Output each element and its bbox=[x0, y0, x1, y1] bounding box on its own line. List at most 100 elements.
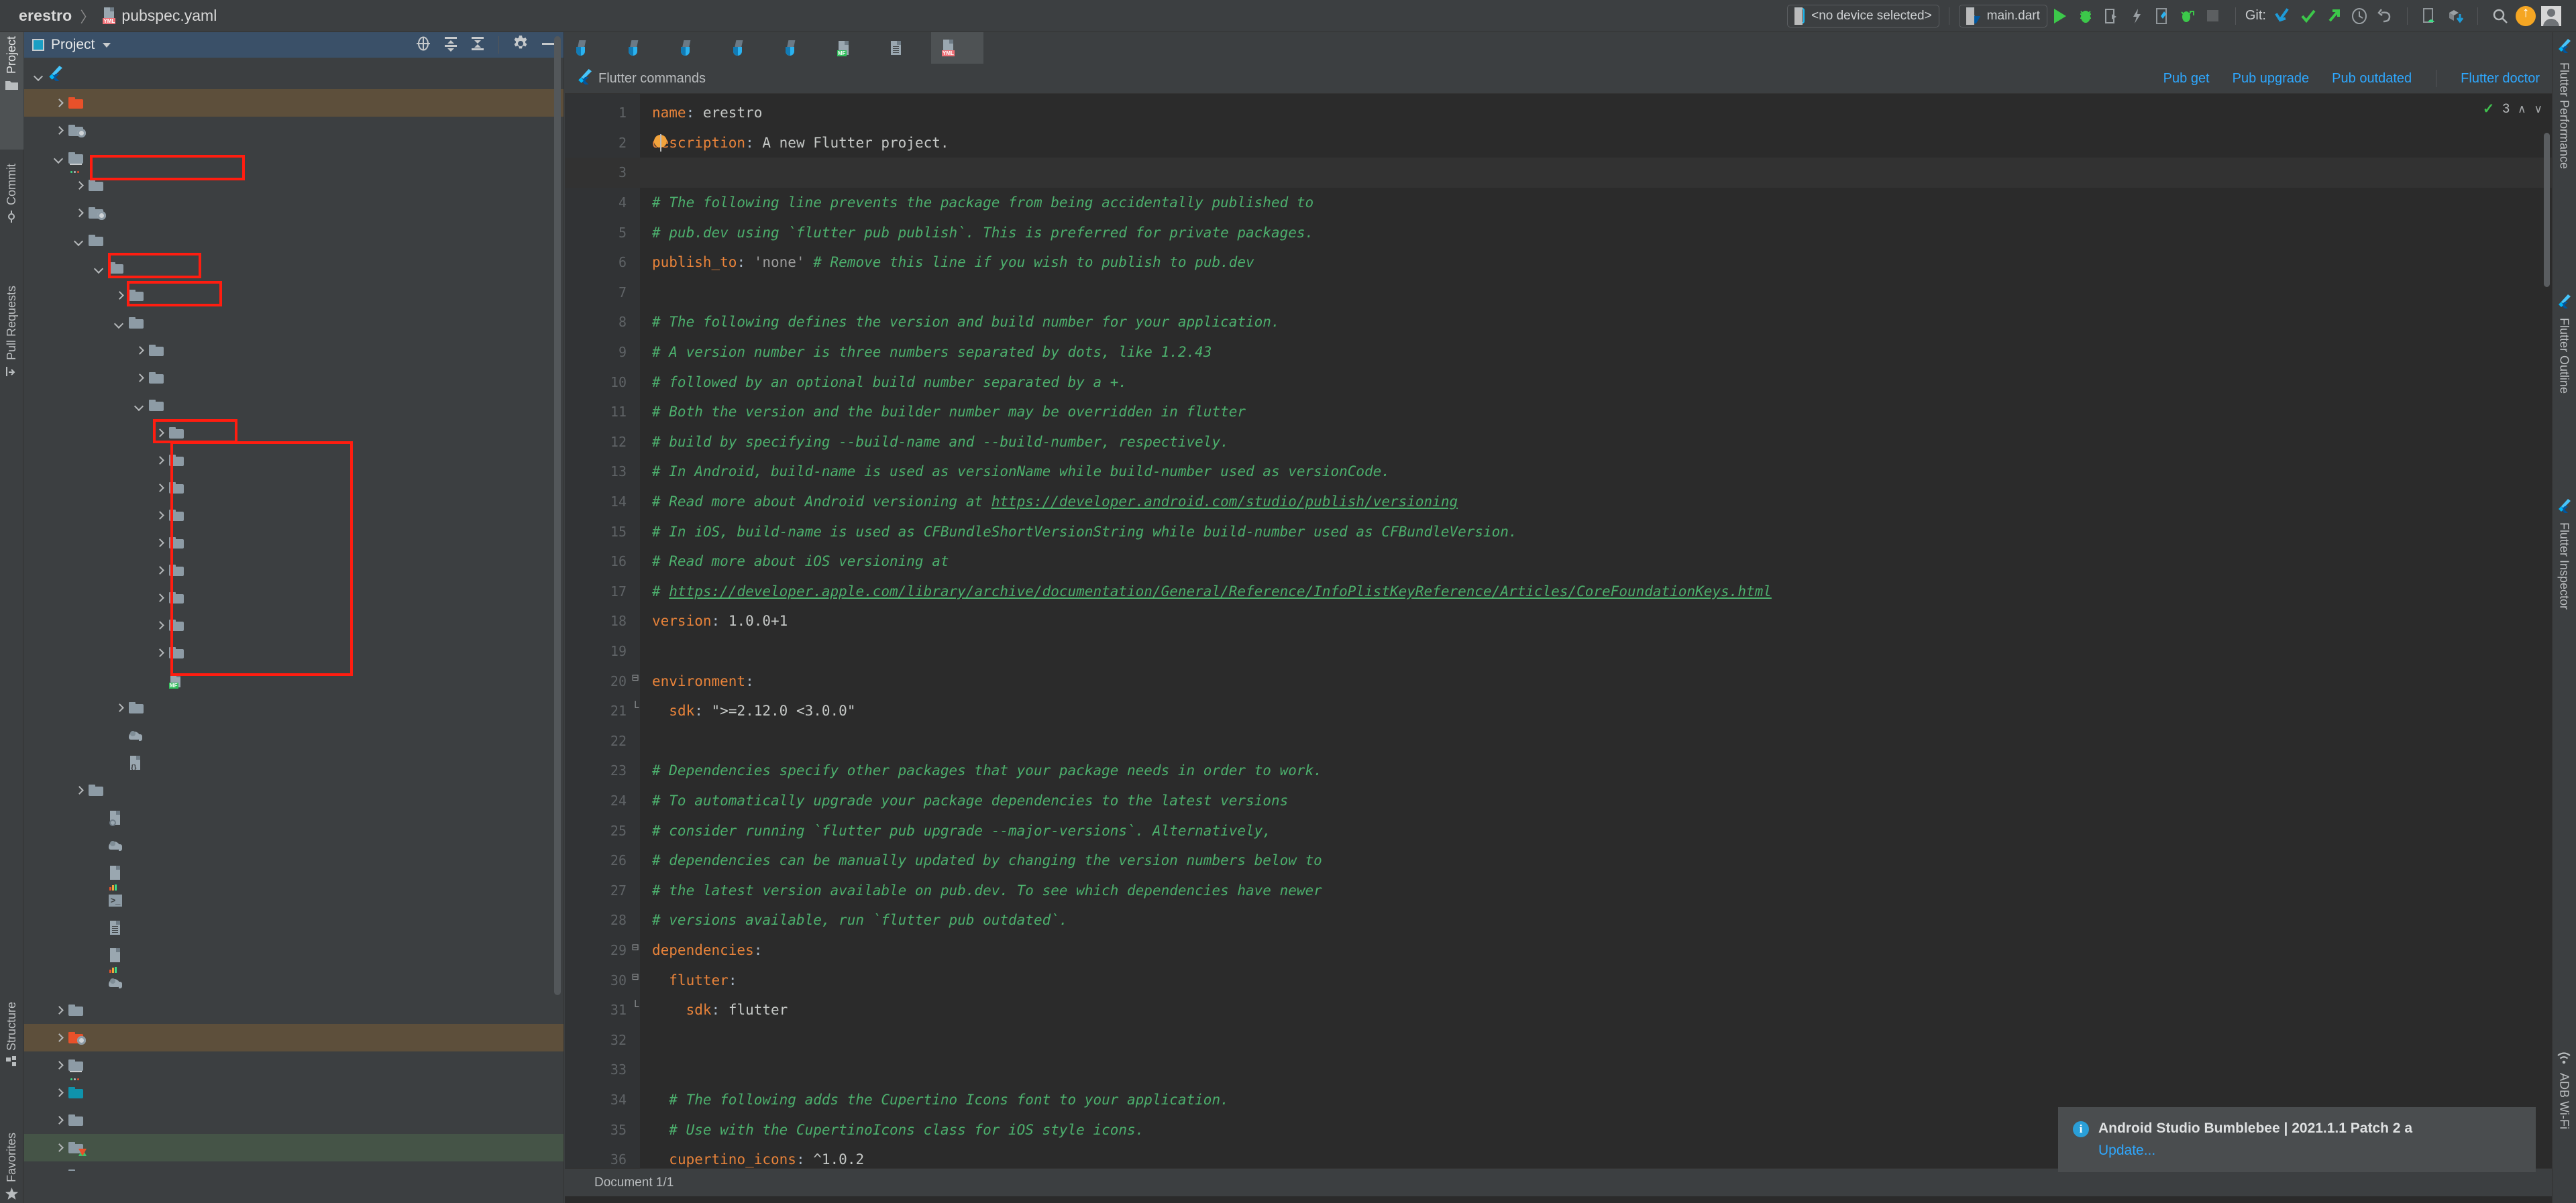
tree-row-values-night[interactable] bbox=[24, 639, 564, 667]
tree-row-assets[interactable] bbox=[24, 996, 564, 1024]
editor-tab-apiutils-dart[interactable] bbox=[722, 32, 774, 64]
code-line[interactable]: 32 bbox=[565, 1025, 2552, 1055]
tree-row-lib[interactable] bbox=[24, 1079, 564, 1106]
sidebar-item-pull-requests[interactable]: Pull Requests bbox=[0, 282, 23, 446]
chevron-right-icon[interactable] bbox=[54, 1005, 64, 1016]
run-config-selector[interactable]: main.dart bbox=[1958, 4, 2047, 27]
sidebar-item-structure[interactable]: Structure bbox=[0, 998, 23, 1122]
code-line[interactable]: 26 # dependencies can be manually updated… bbox=[565, 846, 2552, 876]
chevron-right-icon[interactable] bbox=[114, 703, 125, 713]
editor-tab-bar[interactable]: MF YML bbox=[565, 32, 2552, 64]
chevron-right-icon[interactable] bbox=[114, 290, 125, 301]
chevron-right-icon[interactable] bbox=[134, 373, 145, 384]
tree-row-app[interactable] bbox=[24, 227, 564, 254]
debug-button[interactable] bbox=[2073, 3, 2098, 29]
code-fold-marker[interactable]: ⊟ bbox=[632, 671, 639, 685]
tree-row-src[interactable] bbox=[24, 254, 564, 282]
revert-button[interactable] bbox=[2372, 3, 2398, 29]
code-line[interactable]: 13 # In Android, build-name is used as ve… bbox=[565, 457, 2552, 487]
tree-row-test[interactable] bbox=[24, 1134, 564, 1161]
tree-row-gradle[interactable] bbox=[24, 777, 564, 804]
chevron-right-icon[interactable] bbox=[54, 1088, 64, 1098]
chevron-right-icon[interactable] bbox=[154, 620, 165, 631]
chevron-down-icon[interactable] bbox=[94, 263, 105, 274]
code-line[interactable]: 21 sdk: ">=2.12.0 <3.0.0" └ bbox=[565, 696, 2552, 726]
breadcrumb-project[interactable]: erestro bbox=[19, 7, 72, 25]
tree-row-linux[interactable] bbox=[24, 1106, 564, 1134]
chevron-down-icon[interactable] bbox=[34, 70, 44, 81]
sdk-download-button[interactable] bbox=[2443, 3, 2468, 29]
tree-row-build-gradle[interactable] bbox=[24, 722, 564, 749]
code-line[interactable]: 29 dependencies: ⊟ bbox=[565, 935, 2552, 966]
tree-row-android[interactable] bbox=[24, 144, 564, 173]
notification-popup[interactable]: i Android Studio Bumblebee | 2021.1.1 Pa… bbox=[2058, 1106, 2536, 1172]
tree-row-mipmap-xxxhdpi[interactable] bbox=[24, 584, 564, 612]
tree-row-gradle-properties[interactable] bbox=[24, 859, 564, 891]
flutter-device-button[interactable] bbox=[2149, 3, 2175, 29]
git-commit-button[interactable] bbox=[2296, 3, 2321, 29]
tree-row--idea[interactable] bbox=[24, 117, 564, 144]
code-fold-marker[interactable]: └ bbox=[632, 701, 639, 715]
flutter-doctor-button[interactable]: Flutter doctor bbox=[2461, 71, 2540, 87]
sidebar-item-adb-wifi[interactable]: ADB Wi-Fi bbox=[2552, 1048, 2576, 1192]
chevron-right-icon[interactable] bbox=[154, 538, 165, 549]
code-viewport[interactable]: 1 name: erestro 2 description: A new Flutte… bbox=[565, 94, 2552, 1168]
pub-get-button[interactable]: Pub get bbox=[2163, 71, 2210, 87]
code-line[interactable]: 9 # A version number is three numbers sep… bbox=[565, 337, 2552, 367]
code-line[interactable]: 12 # build by specifying --build-name and… bbox=[565, 427, 2552, 457]
tree-row-local-properties[interactable] bbox=[24, 941, 564, 973]
chevron-right-icon[interactable] bbox=[154, 510, 165, 521]
code-line[interactable]: 16 # Read more about iOS versioning at bbox=[565, 547, 2552, 577]
search-button[interactable] bbox=[2487, 3, 2513, 29]
code-fold-marker[interactable]: └ bbox=[632, 1000, 639, 1014]
tree-row-gradlew-bat[interactable] bbox=[24, 914, 564, 941]
sidebar-item-flutter-outline[interactable]: Flutter Outline bbox=[2552, 290, 2576, 485]
editor-tab-apibodyparameterlabels-dart[interactable] bbox=[669, 32, 722, 64]
chevron-right-icon[interactable] bbox=[154, 483, 165, 494]
code-line[interactable]: 31 sdk: flutter └ bbox=[565, 995, 2552, 1025]
update-available-button[interactable] bbox=[2513, 3, 2538, 29]
code-line[interactable]: 5 # pub.dev using `flutter pub publish`. … bbox=[565, 217, 2552, 247]
hide-icon[interactable] bbox=[541, 36, 555, 55]
code-line[interactable]: 17 # https://developer.apple.com/library/… bbox=[565, 577, 2552, 607]
tree-row--gitignore[interactable] bbox=[24, 804, 564, 832]
chevron-down-icon[interactable] bbox=[114, 318, 125, 329]
chevron-down-icon[interactable] bbox=[134, 400, 145, 411]
tree-row-res[interactable] bbox=[24, 392, 564, 419]
chevron-down-icon[interactable] bbox=[103, 42, 111, 48]
tree-row-mipmap-xhdpi[interactable] bbox=[24, 529, 564, 557]
code-line[interactable]: 14 # Read more about Android versioning a… bbox=[565, 487, 2552, 517]
editor-tab-pubspec-yaml[interactable]: YML bbox=[931, 32, 983, 64]
git-push-button[interactable] bbox=[2321, 3, 2347, 29]
chevron-right-icon[interactable] bbox=[74, 785, 85, 796]
chevron-right-icon[interactable] bbox=[54, 1033, 64, 1043]
project-tree[interactable]: MF {} >_ bbox=[24, 58, 564, 1171]
code-fold-marker[interactable]: ⊟ bbox=[632, 970, 639, 984]
tree-row-web[interactable] bbox=[24, 1161, 564, 1171]
editor-scrollbar[interactable] bbox=[2544, 133, 2550, 287]
tree-row-java[interactable] bbox=[24, 337, 564, 364]
code-line[interactable]: 3 bbox=[565, 158, 2552, 188]
stop-button[interactable] bbox=[2200, 3, 2226, 29]
tree-row-mipmap-xxhdpi[interactable] bbox=[24, 557, 564, 584]
sidebar-item-flutter-performance[interactable]: Flutter Performance bbox=[2552, 35, 2576, 276]
code-line[interactable]: 15 # In iOS, build-name is used as CFBund… bbox=[565, 516, 2552, 547]
code-line[interactable]: 6 publish_to: 'none' # Remove this line i… bbox=[565, 247, 2552, 278]
avatar-button[interactable] bbox=[2538, 3, 2564, 29]
code-line[interactable]: 18 version: 1.0.0+1 bbox=[565, 606, 2552, 636]
chevron-right-icon[interactable] bbox=[54, 1060, 64, 1071]
chevron-right-icon[interactable] bbox=[134, 345, 145, 356]
sidebar-item-flutter-inspector[interactable]: Flutter Inspector bbox=[2552, 495, 2576, 709]
chevron-right-icon[interactable] bbox=[154, 565, 165, 576]
chevron-up-icon[interactable]: ∧ bbox=[2518, 103, 2526, 116]
tree-row-debug[interactable] bbox=[24, 282, 564, 309]
sidebar-item-project[interactable]: Project bbox=[0, 32, 23, 150]
code-line[interactable]: 27 # the latest version available on pub.… bbox=[565, 876, 2552, 906]
chevron-right-icon[interactable] bbox=[54, 1170, 64, 1171]
chevron-right-icon[interactable] bbox=[154, 455, 165, 466]
tree-row-ios[interactable] bbox=[24, 1051, 564, 1080]
tree-row-androidmanifest-xml[interactable]: MF bbox=[24, 667, 564, 694]
chevron-right-icon[interactable] bbox=[154, 428, 165, 439]
tree-row-main[interactable] bbox=[24, 309, 564, 337]
tree-row-erestro[interactable] bbox=[24, 62, 564, 89]
